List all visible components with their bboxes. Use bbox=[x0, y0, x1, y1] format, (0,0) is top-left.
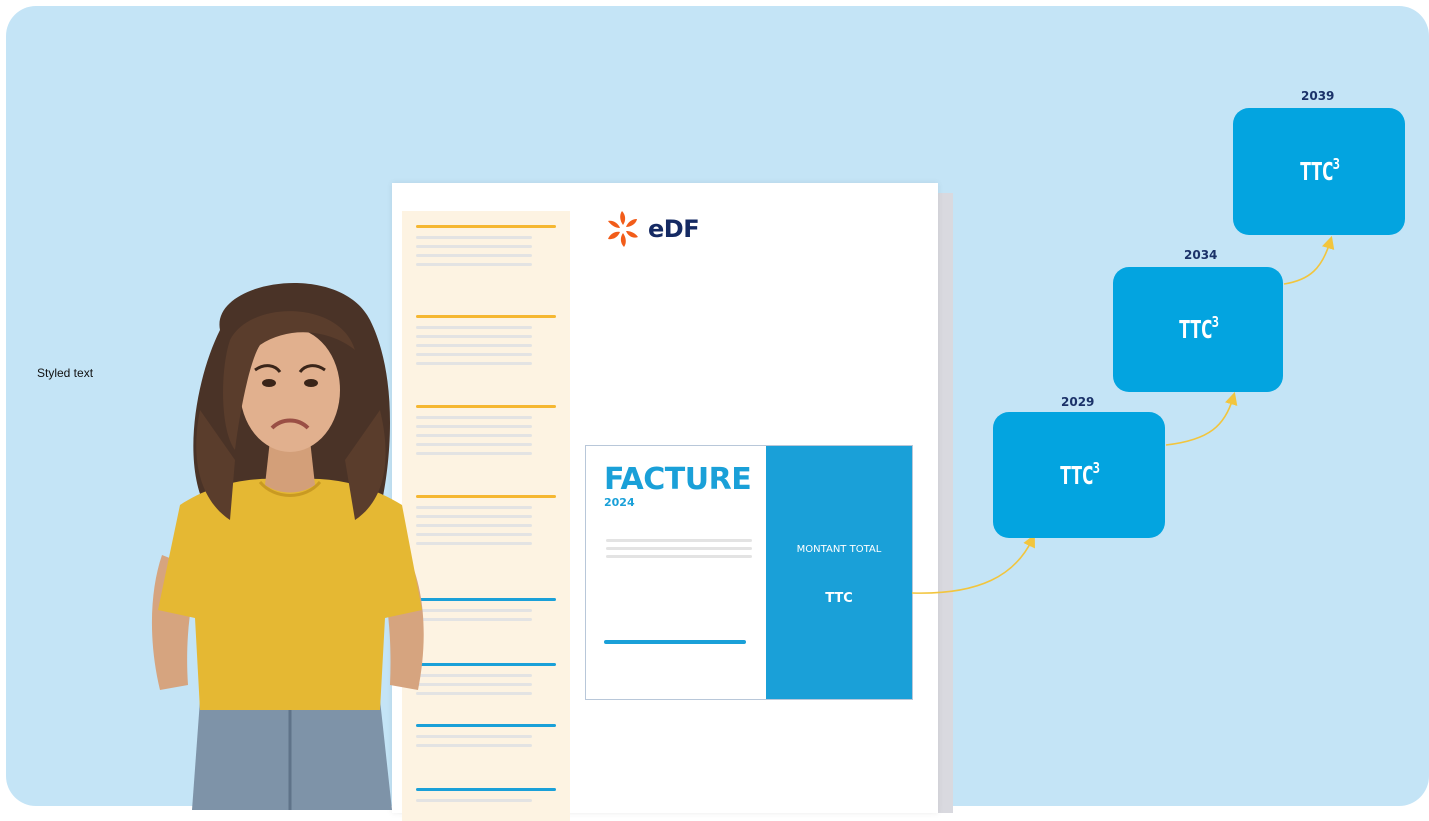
ttc-box-2034: TTC3 bbox=[1113, 267, 1283, 392]
invoice-left-panel: FACTURE 2024 bbox=[586, 446, 766, 699]
invoice-total-panel: MONTANT TOTAL TTC bbox=[766, 446, 912, 699]
text-placeholder-line bbox=[606, 555, 752, 558]
timeline-year-2034: 2034 bbox=[1184, 248, 1218, 262]
amount-label: MONTANT TOTAL bbox=[796, 544, 882, 555]
ttc-label: TTC3 bbox=[1178, 313, 1219, 344]
sad-woman-illustration bbox=[151, 282, 424, 810]
amount-value: TTC bbox=[825, 591, 853, 606]
ttc-box-2029: TTC3 bbox=[993, 412, 1165, 538]
timeline-year-2039: 2039 bbox=[1301, 89, 1335, 103]
edf-brand-text: eDF bbox=[648, 215, 700, 243]
text-placeholder-line bbox=[606, 539, 752, 542]
ttc-box-2039: TTC3 bbox=[1233, 108, 1405, 235]
facture-year: 2024 bbox=[604, 496, 635, 509]
edf-flower-icon bbox=[608, 211, 638, 247]
styled-text-label: Styled text bbox=[37, 366, 94, 380]
facture-title: FACTURE bbox=[604, 462, 752, 497]
invoice-summary-card: FACTURE 2024 MONTANT TOTAL TTC bbox=[585, 445, 913, 700]
timeline-year-2029: 2029 bbox=[1061, 395, 1095, 409]
ttc-label: TTC3 bbox=[1059, 458, 1100, 490]
sidebar-block bbox=[416, 225, 556, 272]
edf-logo: eDF bbox=[604, 209, 700, 249]
ttc-label: TTC3 bbox=[1299, 155, 1340, 186]
edf-invoice-document: eDF FACTURE 2024 MONTANT TOTAL TTC bbox=[392, 183, 938, 821]
text-placeholder-line bbox=[606, 547, 752, 550]
invoice-divider bbox=[604, 640, 746, 644]
